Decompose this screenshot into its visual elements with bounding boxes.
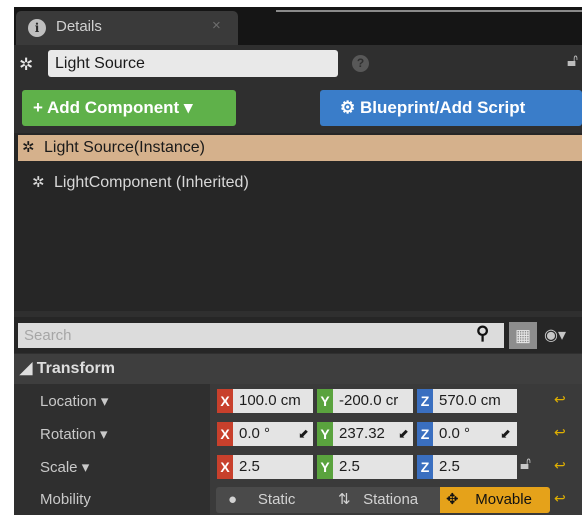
location-row: Location ▾ X 100.0 cm Y -200.0 cr Z 570.… bbox=[14, 384, 582, 417]
axis-y-badge: Y bbox=[317, 422, 333, 446]
blueprint-button-label: Blueprint/Add Script bbox=[359, 98, 526, 117]
reset-icon[interactable]: ↩ bbox=[554, 457, 566, 474]
scale-x-field[interactable]: 2.5 bbox=[233, 455, 313, 479]
option-label: Movable bbox=[475, 491, 532, 508]
location-y-field[interactable]: -200.0 cr bbox=[333, 389, 413, 413]
mobility-selector: ● Static ⇅ Stationa ✥ Movable bbox=[216, 487, 550, 513]
mobility-label: Mobility bbox=[40, 491, 91, 508]
location-label[interactable]: Location ▾ bbox=[40, 392, 108, 410]
scale-row: Scale ▾ X 2.5 Y 2.5 Z 2.5 🔓︎ ↩ bbox=[14, 450, 582, 483]
reset-icon[interactable]: ↩ bbox=[554, 490, 566, 507]
axis-x-badge: X bbox=[217, 389, 233, 413]
actor-name-row: ✲ Light Source ? 🔓︎ bbox=[14, 45, 582, 83]
spin-arrows-icon[interactable]: ⬋ bbox=[398, 422, 409, 446]
axis-x-badge: X bbox=[217, 455, 233, 479]
rotation-row: Rotation ▾ X 0.0 ° ⬋ Y 237.32 ⬋ Z 0.0 ° … bbox=[14, 417, 582, 450]
axis-z-badge: Z bbox=[417, 455, 433, 479]
scale-y-field[interactable]: 2.5 bbox=[333, 455, 413, 479]
stationary-icon: ⇅ bbox=[338, 491, 351, 508]
component-row-light-source[interactable]: ✲ Light Source(Instance) bbox=[18, 135, 582, 161]
gear-icon: ⚙ bbox=[340, 98, 356, 117]
tab-title: Details bbox=[56, 18, 102, 35]
search-icon[interactable]: ⚲ bbox=[476, 323, 489, 344]
property-matrix-icon[interactable]: ▦ bbox=[509, 322, 537, 349]
light-actor-icon: ✲ bbox=[22, 139, 35, 156]
tab-details[interactable]: i Details × bbox=[16, 11, 238, 45]
divider bbox=[276, 10, 582, 12]
mobility-static-option[interactable]: ● Static bbox=[216, 487, 324, 513]
component-row-light-component[interactable]: ✲ LightComponent (Inherited) bbox=[32, 173, 249, 192]
reset-icon[interactable]: ↩ bbox=[554, 424, 566, 441]
mobility-row: Mobility ● Static ⇅ Stationa ✥ Movable ↩ bbox=[14, 483, 582, 515]
mobility-movable-option[interactable]: ✥ Movable bbox=[440, 487, 550, 513]
reset-icon[interactable]: ↩ bbox=[554, 391, 566, 408]
tab-strip: i Details × bbox=[14, 7, 582, 45]
light-component-icon: ✲ bbox=[32, 174, 45, 191]
lock-icon[interactable]: 🔓︎ bbox=[567, 51, 578, 71]
eye-icon[interactable]: ◉▾ bbox=[544, 325, 566, 345]
search-input[interactable]: Search bbox=[18, 323, 504, 348]
blueprint-add-script-button[interactable]: ⚙ Blueprint/Add Script bbox=[320, 90, 582, 126]
scale-label[interactable]: Scale ▾ bbox=[40, 458, 89, 476]
axis-z-badge: Z bbox=[417, 389, 433, 413]
axis-z-badge: Z bbox=[417, 422, 433, 446]
transform-properties: Location ▾ X 100.0 cm Y -200.0 cr Z 570.… bbox=[14, 384, 582, 515]
transform-section-header[interactable]: ◢ Transform bbox=[14, 354, 582, 384]
scale-z-field[interactable]: 2.5 bbox=[433, 455, 517, 479]
mobility-stationary-option[interactable]: ⇅ Stationa bbox=[328, 487, 438, 513]
static-icon: ● bbox=[228, 491, 238, 508]
details-window: i Details × ✲ Light Source ? 🔓︎ + Add Co… bbox=[14, 7, 582, 515]
info-icon: i bbox=[28, 19, 46, 37]
close-icon[interactable]: × bbox=[212, 17, 221, 34]
axis-x-badge: X bbox=[217, 422, 233, 446]
rotation-label[interactable]: Rotation ▾ bbox=[40, 425, 108, 443]
option-label: Stationa bbox=[363, 491, 419, 508]
move-arrows-icon: ✥ bbox=[446, 491, 459, 508]
help-icon[interactable]: ? bbox=[352, 55, 369, 72]
component-label: LightComponent (Inherited) bbox=[54, 174, 249, 191]
axis-y-badge: Y bbox=[317, 455, 333, 479]
actor-name-input[interactable]: Light Source bbox=[48, 50, 338, 77]
component-tree: ✲ Light Source(Instance) ✲ LightComponent … bbox=[14, 133, 582, 311]
location-x-field[interactable]: 100.0 cm bbox=[233, 389, 313, 413]
details-panel: ✲ Light Source ? 🔓︎ + Add Component ▾ ⚙ … bbox=[14, 45, 582, 515]
spin-arrows-icon[interactable]: ⬋ bbox=[298, 422, 309, 446]
component-label: Light Source(Instance) bbox=[44, 139, 205, 156]
spin-arrows-icon[interactable]: ⬋ bbox=[500, 422, 511, 446]
light-actor-icon: ✲ bbox=[19, 55, 34, 74]
axis-y-badge: Y bbox=[317, 389, 333, 413]
add-component-button[interactable]: + Add Component ▾ bbox=[22, 90, 236, 126]
search-bar: Search ⚲ ▦ ◉▾ bbox=[14, 317, 582, 353]
lock-icon[interactable]: 🔓︎ bbox=[520, 454, 531, 474]
option-label: Static bbox=[257, 491, 296, 508]
location-z-field[interactable]: 570.0 cm bbox=[433, 389, 517, 413]
